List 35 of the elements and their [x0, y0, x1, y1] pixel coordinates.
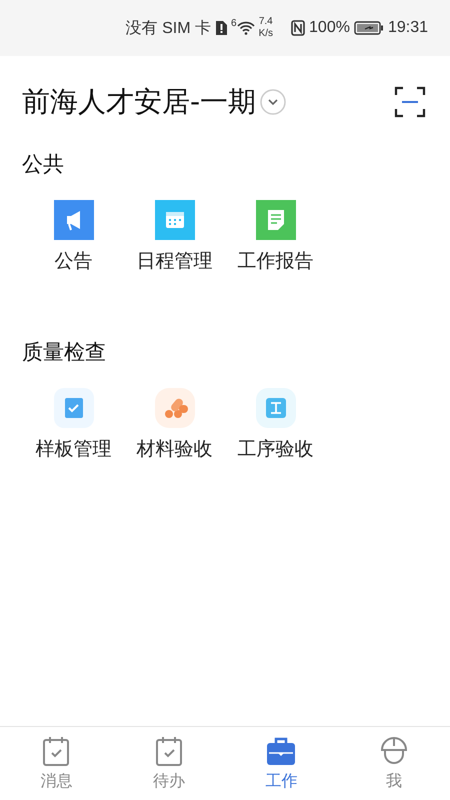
nav-tab[interactable]: 工作 [225, 727, 338, 800]
feature-tile[interactable]: 工作报告 [225, 200, 326, 274]
project-title[interactable]: 前海人才安居-一期 [22, 83, 256, 121]
carrier-text: 没有 SIM 卡 [126, 18, 212, 38]
task-check-icon [41, 735, 72, 767]
checkbox-icon [54, 388, 94, 428]
battery-percent-text: 100% [309, 19, 350, 37]
feature-tile[interactable]: 工序验收 [225, 388, 326, 462]
sim-alert-icon [215, 21, 228, 35]
section-title: 公共 [21, 151, 65, 178]
nav-tab[interactable]: 我 [338, 727, 450, 800]
battery-icon [354, 21, 384, 35]
scan-icon[interactable] [394, 86, 426, 118]
feature-tile[interactable]: 公告 [23, 200, 124, 274]
nfc-icon [291, 20, 306, 36]
chevron-down-icon[interactable] [260, 89, 286, 115]
pipes-icon [154, 388, 194, 428]
process-icon [256, 388, 296, 428]
wifi-icon [236, 21, 255, 35]
megaphone-icon [54, 200, 94, 240]
feature-tile[interactable]: 日程管理 [124, 200, 225, 274]
speed-unit-text: K/s [258, 28, 274, 40]
briefcase-icon [266, 735, 296, 767]
task-check-icon [154, 735, 184, 767]
document-icon [256, 200, 296, 240]
time-text: 19:31 [388, 19, 428, 37]
section-title: 质量检查 [21, 339, 107, 366]
nav-tab[interactable]: 待办 [112, 727, 225, 800]
nav-tab[interactable]: 消息 [0, 727, 112, 800]
wifi-standard-text: 6 [231, 18, 237, 29]
feature-tile[interactable]: 材料验收 [124, 388, 225, 462]
feature-tile[interactable]: 样板管理 [23, 388, 124, 462]
calendar-icon [154, 200, 194, 240]
helmet-person-icon [378, 735, 409, 767]
speed-value-text: 7.4 [258, 16, 273, 28]
